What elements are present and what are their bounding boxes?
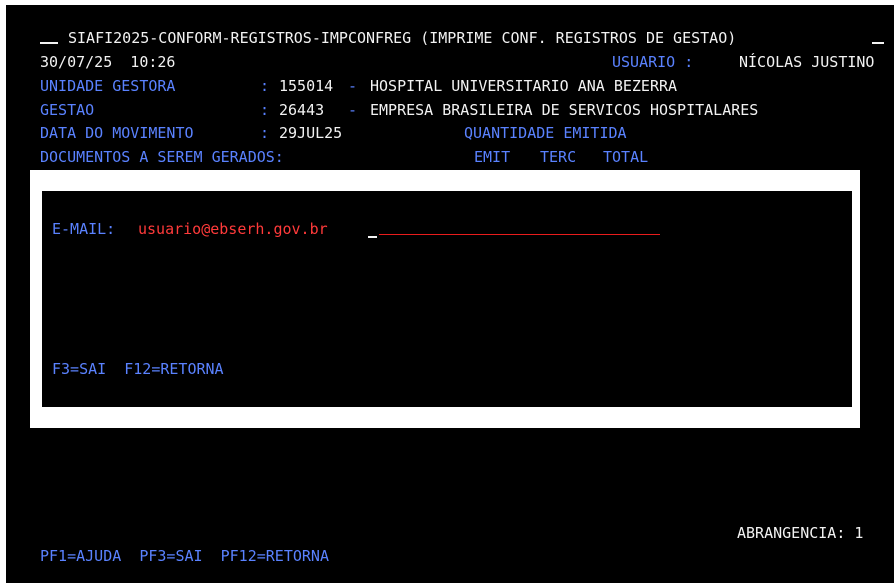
title-leading-underscore <box>40 42 58 44</box>
title-trailing-underscore <box>872 42 884 44</box>
terminal-screen: SIAFI2025-CONFORM-REGISTROS-IMPCONFREG (… <box>6 5 894 583</box>
data-movimento-value: 29JUL25 <box>279 124 343 142</box>
unidade-gestora-name: HOSPITAL UNIVERSITARIO ANA BEZERRA <box>370 77 678 95</box>
gestao-dash: - <box>348 101 358 119</box>
screen-title: SIAFI2025-CONFORM-REGISTROS-IMPCONFREG (… <box>68 29 737 47</box>
gestao-colon: : <box>260 101 270 119</box>
gestao-name: EMPRESA BRASILEIRA DE SERVICOS HOSPITALA… <box>370 101 759 119</box>
dialog-function-keys[interactable]: F3=SAI F12=RETORNA <box>52 359 224 379</box>
data-movimento-label: DATA DO MOVIMENTO <box>40 124 194 142</box>
pf-function-keys[interactable]: PF1=AJUDA PF3=SAI PF12=RETORNA <box>40 546 329 566</box>
gestao-label: GESTAO <box>40 101 95 119</box>
col-emit: EMIT <box>474 148 511 166</box>
email-field-underline <box>379 234 660 235</box>
data-colon: : <box>260 124 270 142</box>
user-label: USUARIO : <box>612 53 694 71</box>
abrangencia: ABRANGENCIA: 1 <box>737 524 864 542</box>
email-dialog-frame <box>30 170 860 428</box>
col-total: TOTAL <box>603 148 649 166</box>
unidade-dash: - <box>348 77 358 95</box>
col-terc: TERC <box>540 148 577 166</box>
unidade-colon: : <box>260 77 270 95</box>
email-label: E-MAIL: <box>52 220 116 238</box>
documentos-label: DOCUMENTOS A SEREM GERADOS: <box>40 148 284 166</box>
text-cursor <box>368 236 377 238</box>
quantidade-emitida-label: QUANTIDADE EMITIDA <box>464 124 627 142</box>
unidade-gestora-label: UNIDADE GESTORA <box>40 77 176 95</box>
email-input[interactable]: usuario@ebserh.gov.br <box>138 219 328 239</box>
gestao-code: 26443 <box>279 101 325 119</box>
date-time: 30/07/25 10:26 <box>40 53 176 71</box>
unidade-gestora-code: 155014 <box>279 77 334 95</box>
user-name: NÍCOLAS JUSTINO <box>739 53 875 71</box>
